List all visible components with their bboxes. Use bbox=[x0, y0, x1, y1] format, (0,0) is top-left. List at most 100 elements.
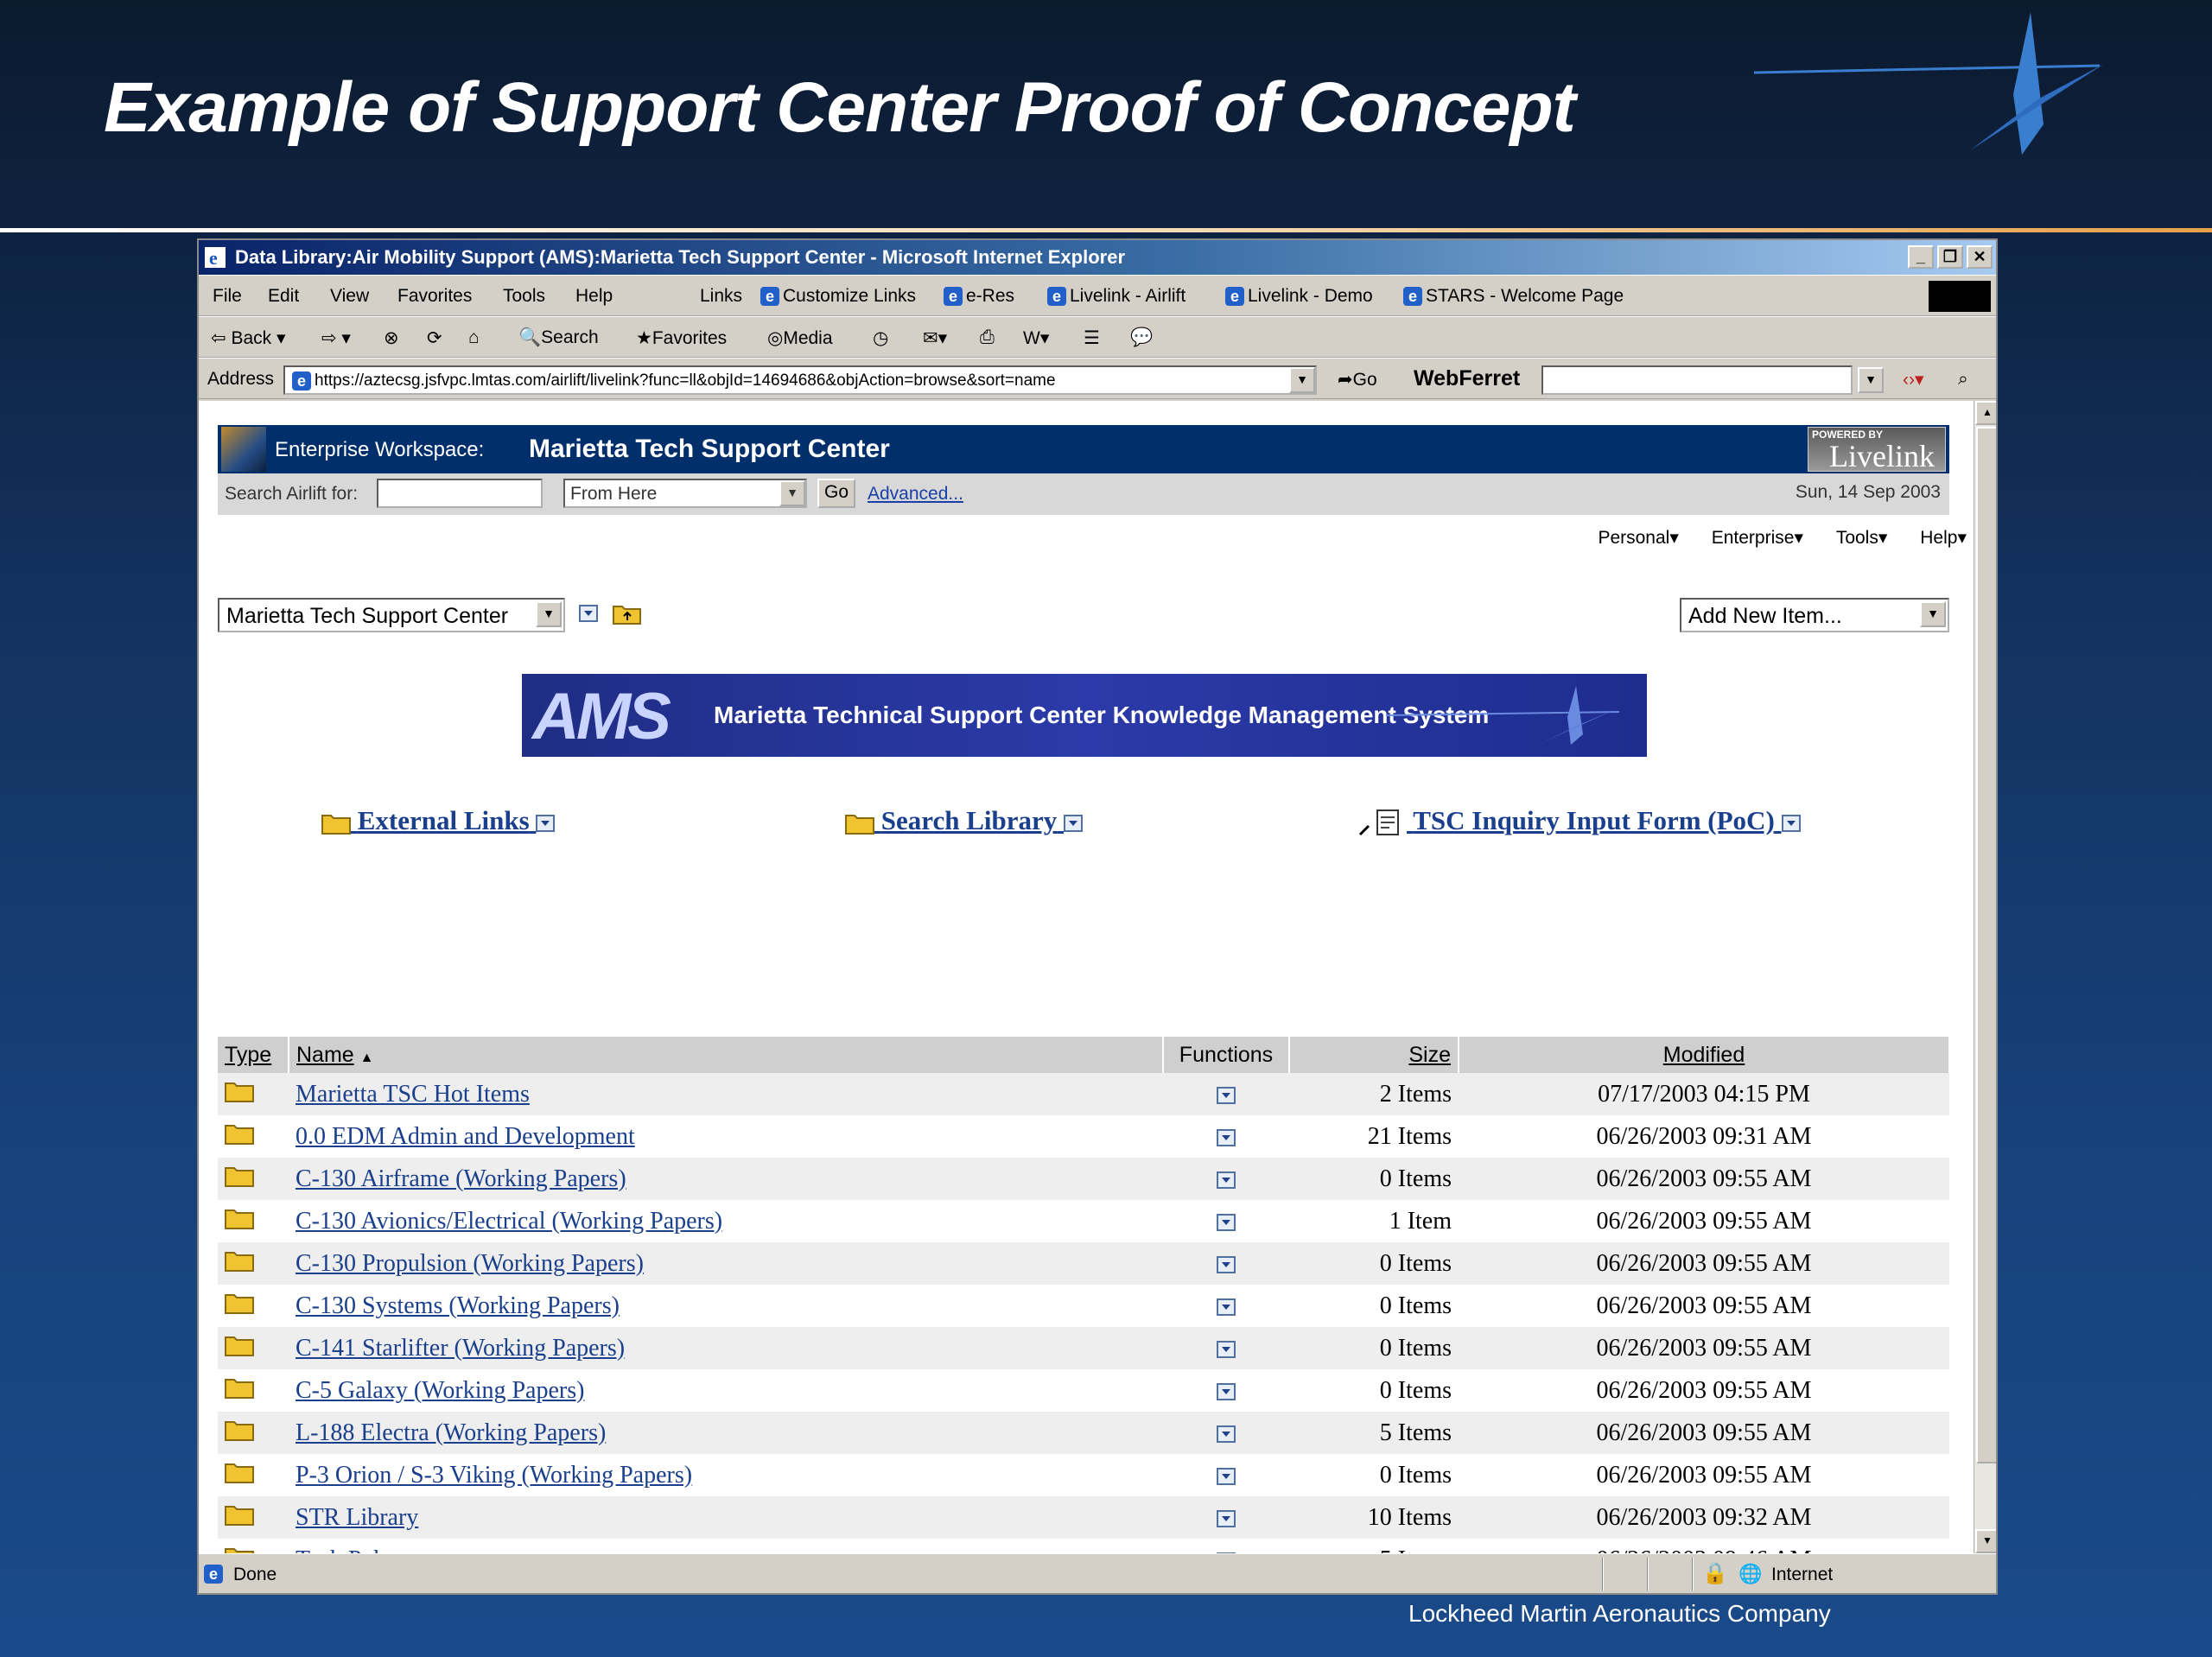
functions-menu-icon[interactable] bbox=[1217, 1256, 1236, 1274]
messenger-icon[interactable]: 💬 bbox=[1130, 327, 1153, 348]
table-row: 0.0 EDM Admin and Development 21 Items 06/… bbox=[218, 1115, 1949, 1158]
menu-favorites[interactable]: Favorites bbox=[397, 286, 472, 307]
edit-word-icon[interactable]: W▾ bbox=[1023, 327, 1049, 349]
go-button[interactable]: ➦Go bbox=[1338, 369, 1377, 390]
col-modified[interactable]: Modified bbox=[1459, 1037, 1950, 1073]
vertical-scrollbar[interactable]: ▲ ▼ bbox=[1974, 401, 1996, 1553]
item-name-link[interactable]: STR Library bbox=[296, 1504, 418, 1531]
search-scope-select[interactable]: From Here ▼ bbox=[563, 479, 807, 508]
search-button[interactable]: 🔍Search bbox=[518, 327, 599, 348]
functions-menu-icon[interactable] bbox=[1217, 1341, 1236, 1359]
functions-menu-icon[interactable] bbox=[1217, 1087, 1236, 1105]
back-button[interactable]: ⇦ Back ▾ bbox=[211, 327, 286, 349]
col-type[interactable]: Type bbox=[218, 1037, 289, 1073]
item-name-link[interactable]: C-130 Avionics/Electrical (Working Paper… bbox=[296, 1208, 722, 1235]
menu-personal[interactable]: Personal▾ bbox=[1584, 528, 1678, 548]
item-name-link[interactable]: 0.0 EDM Admin and Development bbox=[296, 1123, 635, 1150]
webferret-input[interactable] bbox=[1541, 365, 1853, 395]
item-name-link[interactable]: C-130 Systems (Working Papers) bbox=[296, 1292, 620, 1319]
print-icon[interactable]: ⎙ bbox=[980, 327, 995, 348]
global-menu: Personal▾ Enterprise▾ Tools▾ Help▾ bbox=[1570, 527, 1967, 549]
restore-button[interactable]: ❐ bbox=[1937, 245, 1963, 269]
forward-button[interactable]: ⇨ ▾ bbox=[321, 327, 351, 349]
menu-label: Tools bbox=[1835, 528, 1878, 548]
window-titlebar[interactable]: e Data Library:Air Mobility Support (AMS… bbox=[199, 240, 1996, 275]
item-name-link[interactable]: L-188 Electra (Working Papers) bbox=[296, 1419, 606, 1446]
scroll-down-button[interactable]: ▼ bbox=[1975, 1529, 1996, 1553]
external-links-link[interactable]: External Links bbox=[321, 805, 556, 836]
tsc-inquiry-form-link[interactable]: TSC Inquiry Input Form (PoC) bbox=[1358, 805, 1801, 838]
webferret-dropdown-button[interactable]: ▼ bbox=[1858, 367, 1884, 393]
webferret-find-icon[interactable]: ⌕ bbox=[1958, 369, 1968, 390]
item-name-link[interactable]: C-5 Galaxy (Working Papers) bbox=[296, 1377, 584, 1404]
modified-cell: 06/26/2003 09:32 AM bbox=[1459, 1496, 1949, 1539]
minimize-button[interactable]: _ bbox=[1908, 245, 1934, 269]
search-library-link[interactable]: Search Library bbox=[845, 805, 1083, 836]
item-name-link[interactable]: P-3 Orion / S-3 Viking (Working Papers) bbox=[296, 1462, 692, 1489]
address-dropdown-button[interactable]: ▼ bbox=[1289, 367, 1315, 393]
menu-file[interactable]: File bbox=[213, 286, 242, 307]
functions-menu-icon[interactable] bbox=[1217, 1383, 1236, 1401]
item-name-link[interactable]: Tech Pubs bbox=[296, 1546, 395, 1554]
refresh-icon[interactable]: ⟳ bbox=[427, 327, 442, 349]
link-livelink-airlift[interactable]: e Livelink - Airlift bbox=[1047, 286, 1185, 307]
scroll-up-button[interactable]: ▲ bbox=[1975, 401, 1996, 425]
col-size[interactable]: Size bbox=[1289, 1037, 1459, 1073]
menu-tools[interactable]: Tools▾ bbox=[1822, 528, 1888, 548]
link-label: Livelink - Airlift bbox=[1070, 286, 1186, 306]
item-name-link[interactable]: C-141 Starlifter (Working Papers) bbox=[296, 1335, 625, 1362]
functions-menu-icon[interactable] bbox=[1217, 1129, 1236, 1147]
menu-help[interactable]: Help bbox=[575, 286, 613, 307]
functions-cell bbox=[1163, 1496, 1289, 1539]
functions-menu-icon[interactable] bbox=[1217, 1510, 1236, 1528]
link-e-res[interactable]: e e-Res bbox=[944, 286, 1014, 307]
home-icon[interactable]: ⌂ bbox=[468, 327, 480, 348]
ie-page-icon: e bbox=[204, 1565, 223, 1584]
advanced-search-link[interactable]: Advanced... bbox=[868, 484, 963, 505]
link-stars-welcome[interactable]: e STARS - Welcome Page bbox=[1403, 286, 1624, 307]
col-name[interactable]: Name ▲ bbox=[289, 1037, 1164, 1073]
address-input[interactable]: e https://aztecsg.jsfvpc.lmtas.com/airlif… bbox=[283, 365, 1317, 395]
close-button[interactable]: ✕ bbox=[1967, 245, 1993, 269]
search-label: Search bbox=[541, 327, 599, 347]
search-input[interactable] bbox=[377, 479, 543, 508]
chevron-down-icon[interactable]: ▼ bbox=[779, 480, 805, 506]
location-select[interactable]: Marietta Tech Support Center ▼ bbox=[218, 598, 565, 632]
menu-view[interactable]: View bbox=[330, 286, 369, 307]
table-row: C-141 Starlifter (Working Papers) 0 Items… bbox=[218, 1327, 1949, 1369]
menu-enterprise[interactable]: Enterprise▾ bbox=[1698, 528, 1803, 548]
mail-icon[interactable]: ✉▾ bbox=[923, 327, 947, 349]
item-name-link[interactable]: Marietta TSC Hot Items bbox=[296, 1081, 530, 1108]
functions-menu-icon[interactable] bbox=[1217, 1468, 1236, 1486]
link-livelink-demo[interactable]: e Livelink - Demo bbox=[1225, 286, 1373, 307]
chevron-down-icon[interactable]: ▼ bbox=[536, 601, 562, 627]
menu-tools[interactable]: Tools bbox=[503, 286, 545, 307]
add-new-item-select[interactable]: Add New Item... ▼ bbox=[1680, 598, 1949, 632]
add-new-item-value: Add New Item... bbox=[1688, 604, 1842, 628]
functions-menu-icon[interactable] bbox=[1217, 1425, 1236, 1444]
history-icon[interactable]: ◷ bbox=[873, 327, 888, 349]
media-button[interactable]: ◎Media bbox=[767, 327, 833, 349]
item-name-link[interactable]: C-130 Propulsion (Working Papers) bbox=[296, 1250, 644, 1277]
functions-menu-icon[interactable] bbox=[1064, 814, 1083, 832]
search-go-button[interactable]: Go bbox=[817, 479, 855, 508]
functions-menu-icon[interactable] bbox=[536, 814, 556, 832]
chevron-down-icon[interactable]: ▼ bbox=[1920, 601, 1946, 627]
webferret-search-icon[interactable]: ‹›▾ bbox=[1903, 369, 1924, 390]
functions-menu-icon[interactable] bbox=[1217, 1214, 1236, 1232]
stop-icon[interactable]: ⊗ bbox=[384, 327, 399, 349]
scroll-thumb[interactable] bbox=[1976, 427, 1996, 1463]
functions-menu-icon[interactable] bbox=[1217, 1298, 1236, 1317]
favorites-button[interactable]: ★Favorites bbox=[636, 327, 727, 349]
menu-help[interactable]: Help▾ bbox=[1906, 528, 1967, 548]
functions-menu-icon[interactable] bbox=[579, 605, 598, 622]
functions-menu-icon[interactable] bbox=[1217, 1171, 1236, 1190]
menu-edit[interactable]: Edit bbox=[268, 286, 299, 307]
up-folder-icon[interactable] bbox=[612, 601, 643, 625]
table-row: C-130 Airframe (Working Papers) 0 Items 06… bbox=[218, 1158, 1949, 1200]
link-customize[interactable]: e Customize Links bbox=[760, 286, 916, 307]
discuss-icon[interactable]: ☰ bbox=[1084, 327, 1100, 349]
functions-menu-icon[interactable] bbox=[1781, 814, 1801, 832]
modified-cell: 07/17/2003 04:15 PM bbox=[1459, 1073, 1949, 1115]
item-name-link[interactable]: C-130 Airframe (Working Papers) bbox=[296, 1165, 626, 1192]
